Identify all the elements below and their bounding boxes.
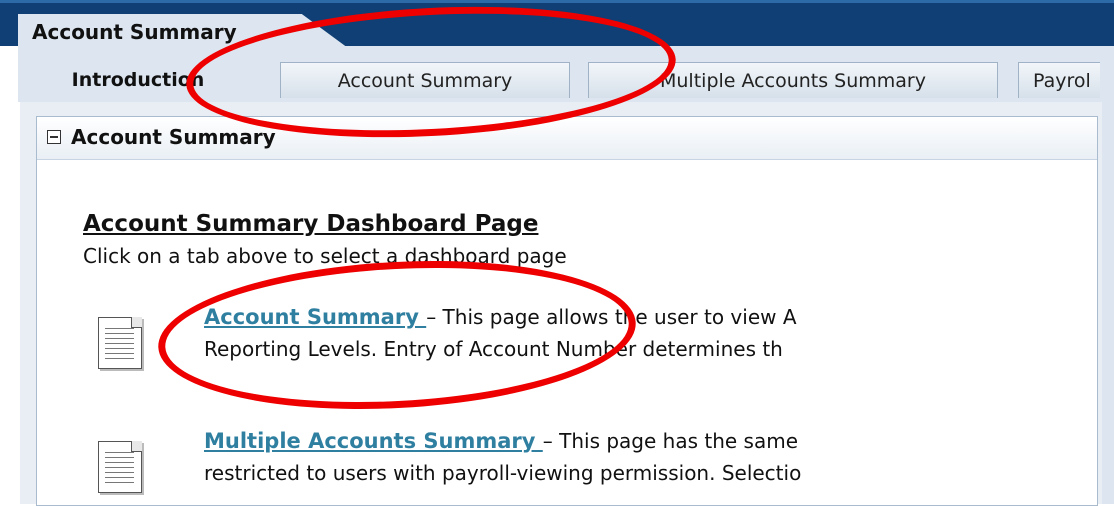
item-description-line2: restricted to users with payroll-viewing… bbox=[204, 461, 802, 485]
multiple-accounts-summary-link[interactable]: Multiple Accounts Summary bbox=[204, 429, 543, 453]
right-gutter bbox=[1100, 46, 1114, 504]
dashboard-page-heading: Account Summary Dashboard Page bbox=[83, 211, 539, 237]
collapse-icon[interactable] bbox=[47, 130, 61, 144]
document-icon bbox=[98, 317, 142, 369]
list-item-multiple-accounts-summary: Multiple Accounts Summary – This page ha… bbox=[204, 425, 801, 489]
dashboard-title: Account Summary bbox=[32, 20, 237, 44]
item-description-line1: – This page has the same bbox=[542, 429, 799, 453]
panel-header: Account Summary bbox=[37, 117, 1097, 160]
panel-title: Account Summary bbox=[71, 125, 276, 149]
document-icon bbox=[98, 441, 142, 493]
